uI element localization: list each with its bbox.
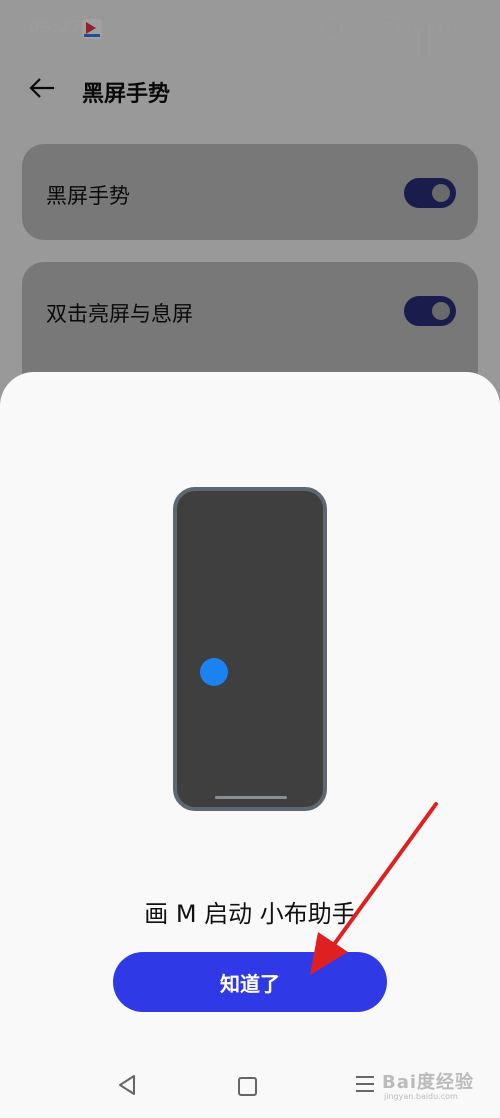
nav-home-icon[interactable] bbox=[238, 1077, 257, 1096]
got-it-button[interactable]: 知道了 bbox=[113, 952, 387, 1012]
gesture-caption: 画 M 启动 小布助手 bbox=[144, 900, 356, 928]
nav-back-icon[interactable] bbox=[116, 1073, 140, 1097]
phone-home-indicator bbox=[215, 796, 287, 799]
phone-illustration bbox=[173, 487, 327, 811]
watermark-url: jingyan.baidu.com bbox=[384, 1092, 458, 1101]
watermark-logo: Bai度经验 bbox=[382, 1072, 475, 1093]
nav-menu-icon[interactable] bbox=[356, 1076, 374, 1097]
gesture-dot bbox=[200, 658, 228, 686]
